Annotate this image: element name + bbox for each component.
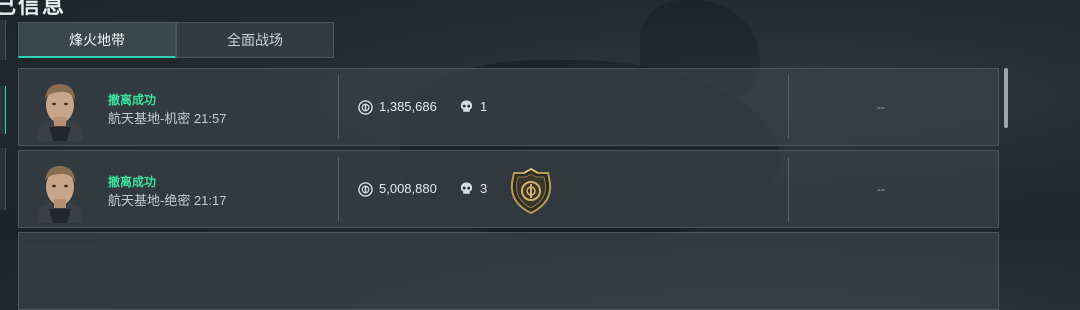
list-scrollbar[interactable] [1004,68,1008,128]
record-row[interactable]: 撤离成功 航天基地-绝密 21:17 5,008,880 3 -- [18,150,999,228]
kill-count: 3 [480,181,488,196]
coin-icon [358,182,373,197]
record-row[interactable]: 撤离成功 航天基地-机密 21:57 1,385,686 1 -- [18,68,999,146]
record-row[interactable] [18,232,999,310]
extra-info: -- [877,182,885,196]
operator-avatar [37,165,83,223]
page-title: 己信息 [0,0,67,18]
row-divider [788,75,789,139]
row-divider [338,157,339,221]
skull-icon [460,100,473,112]
mode-tabs: 烽火地带 全面战场 [18,22,334,58]
money-value: 5,008,880 [379,181,437,196]
coin-icon [358,100,373,115]
tab-firezone[interactable]: 烽火地带 [18,22,176,58]
kill-count: 1 [480,99,488,114]
row-divider [338,75,339,139]
money-value: 1,385,686 [379,99,437,114]
left-edge-panel[interactable] [0,148,6,210]
map-and-time: 航天基地-绝密 21:17 [108,193,227,208]
operator-avatar [27,237,93,243]
extra-info: -- [877,100,885,114]
gold-emblem-icon[interactable] [508,167,554,215]
tab-full-battlefield[interactable]: 全面战场 [176,22,334,58]
skull-icon [460,182,473,194]
extraction-status: 撤离成功 [108,175,157,189]
operator-avatar [37,83,83,141]
left-edge-panel[interactable] [0,86,6,134]
extraction-status: 撤离成功 [108,93,157,107]
row-divider [788,157,789,221]
map-and-time: 航天基地-机密 21:57 [108,111,227,126]
left-edge-panel [0,20,6,60]
